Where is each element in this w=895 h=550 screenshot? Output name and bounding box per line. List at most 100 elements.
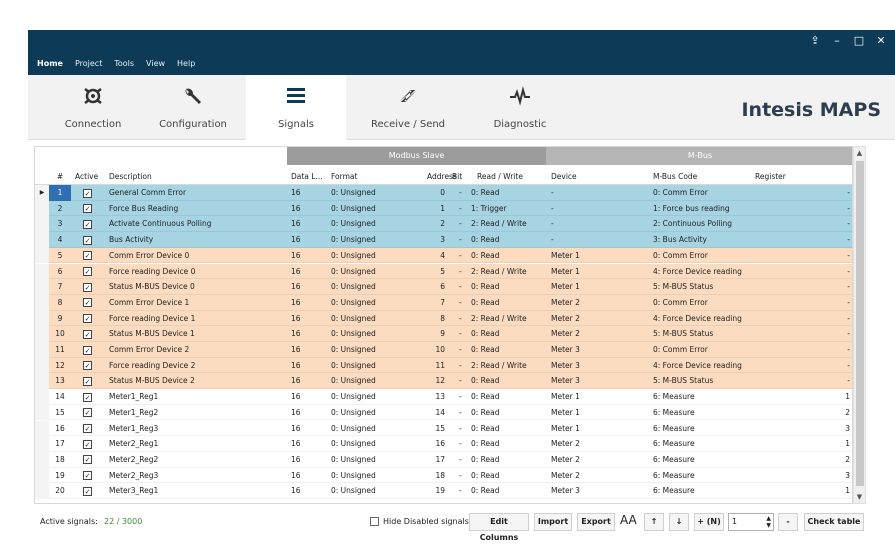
active-checkbox[interactable]: ✓	[83, 298, 92, 308]
row-selector[interactable]	[35, 342, 49, 358]
cell-desc[interactable]: Meter3_Reg1	[109, 483, 287, 499]
cell-addr[interactable]: 18	[415, 468, 445, 484]
cell-rw[interactable]: 0: Read	[471, 373, 546, 389]
cell-desc[interactable]: Bus Activity	[109, 232, 287, 248]
cell-dl[interactable]: 16	[291, 264, 327, 280]
table-row[interactable]: 18 ✓ Meter2_Reg2 16 0: Unsigned 17-0: Read Met…	[35, 451, 852, 468]
cell-fmt[interactable]: 0: Unsigned	[331, 436, 411, 452]
table-row[interactable]: 10 ✓ Status M-BUS Device 1 16 0: Unsigned 9 - 0…	[35, 326, 852, 342]
table-row[interactable]: 14 ✓ Meter1_Reg1 16 0: Unsigned 13-0: Read Met…	[35, 389, 852, 405]
cell-desc[interactable]: Activate Continuous Polling	[109, 216, 287, 232]
cell-code[interactable]: 4: Force Device reading	[653, 264, 753, 280]
cell-rw[interactable]: 0: Read	[471, 295, 546, 311]
scroll-thumb[interactable]	[856, 161, 864, 486]
active-checkbox[interactable]: ✓	[83, 345, 92, 355]
cell-reg[interactable]: -	[795, 295, 850, 311]
col-number[interactable]: #	[49, 165, 71, 185]
cell-desc[interactable]: Meter2_Reg3	[109, 468, 287, 484]
cell-addr[interactable]: 8	[415, 311, 445, 327]
col-data-length[interactable]: Data L...	[291, 165, 327, 185]
move-up-button[interactable]: ↑	[644, 513, 664, 531]
cell-desc[interactable]: Comm Error Device 2	[109, 342, 287, 358]
row-selector[interactable]	[35, 451, 49, 468]
add-n-button[interactable]: + (N)	[694, 513, 724, 531]
menu-view[interactable]: View	[146, 59, 165, 68]
cell-reg[interactable]: -	[795, 279, 850, 295]
cell-desc[interactable]: Meter1_Reg3	[109, 421, 287, 437]
cell-addr[interactable]: 12	[415, 373, 445, 389]
table-row[interactable]: 3 ✓ Activate Continuous Polling 16 0: Unsign…	[35, 216, 852, 233]
hide-disabled-checkbox[interactable]	[370, 517, 379, 526]
col-active[interactable]: Active	[75, 165, 109, 185]
cell-code[interactable]: 6: Measure	[653, 468, 753, 484]
table-row[interactable]: 7 ✓ Status M-BUS Device 0 16 0: Unsigned 6 - 0:…	[35, 279, 852, 295]
check-table-button[interactable]: Check table	[804, 513, 864, 531]
cell-addr[interactable]: 3	[415, 232, 445, 248]
cell-dev[interactable]: Meter 2	[551, 311, 651, 327]
table-row[interactable]: 5 ✓ Comm Error Device 0 16 0: Unsigned 4 - 0: R…	[35, 247, 852, 264]
cell-code[interactable]: 0: Comm Error	[653, 185, 753, 201]
cell-dl[interactable]: 16	[291, 232, 327, 248]
col-mbus-code[interactable]: M-Bus Code	[653, 165, 753, 185]
active-checkbox[interactable]: ✓	[83, 314, 92, 324]
cell-code[interactable]: 4: Force Device reading	[653, 358, 753, 374]
cell-rw[interactable]: 0: Read	[471, 436, 546, 452]
cell-dev[interactable]: Meter 2	[551, 436, 651, 452]
active-checkbox[interactable]: ✓	[83, 424, 92, 433]
cell-reg[interactable]: 1	[795, 436, 850, 452]
table-row[interactable]: 19 ✓ Meter2_Reg3 16 0: Unsigned 18-0: Read Met…	[35, 467, 852, 484]
col-device[interactable]: Device	[551, 165, 651, 185]
cell-code[interactable]: 0: Comm Error	[653, 295, 753, 311]
cell-dev[interactable]: Meter 2	[551, 326, 651, 342]
cell-addr[interactable]: 10	[415, 342, 445, 358]
row-selector[interactable]	[35, 467, 49, 484]
table-row[interactable]: 6 ✓ Force reading Device 0 16 0: Unsigned 5 - 2…	[35, 263, 852, 280]
active-checkbox[interactable]: ✓	[83, 392, 92, 402]
cell-addr[interactable]: 4	[415, 248, 445, 264]
cell-reg[interactable]: -	[795, 185, 850, 201]
cell-reg[interactable]: -	[795, 201, 850, 217]
maximize-icon[interactable]: □	[853, 34, 865, 47]
cell-code[interactable]: 6: Measure	[653, 436, 753, 452]
table-row[interactable]: ▶ 1 ✓ General Comm Error 16 0: Unsigned 0-0: R…	[35, 185, 852, 201]
cell-rw[interactable]: 0: Read	[471, 248, 546, 264]
active-checkbox[interactable]: ✓	[83, 471, 92, 481]
cell-desc[interactable]: Meter2_Reg1	[109, 436, 287, 452]
menu-project[interactable]: Project	[75, 59, 102, 68]
cell-dev[interactable]: Meter 3	[551, 342, 651, 358]
spinner-icon[interactable]: ▲ ▼	[766, 515, 771, 529]
cell-code[interactable]: 6: Measure	[653, 389, 753, 405]
cell-fmt[interactable]: 0: Unsigned	[331, 342, 411, 358]
table-row[interactable]: 2 ✓ Force Bus Reading 16 0: Unsigned 1-1: Tri…	[35, 200, 852, 217]
row-selector[interactable]	[35, 357, 49, 374]
cell-dl[interactable]: 16	[291, 389, 327, 405]
cell-dl[interactable]: 16	[291, 483, 327, 499]
cell-dev[interactable]: -	[551, 201, 651, 217]
cell-dev[interactable]: Meter 2	[551, 452, 651, 468]
table-row[interactable]: 13 ✓ Status M-BUS Device 2 16 0: Unsigned 12 -…	[35, 373, 852, 390]
row-selector[interactable]	[35, 247, 49, 264]
row-selector[interactable]	[35, 232, 49, 248]
cell-rw[interactable]: 2: Read / Write	[471, 358, 546, 374]
cell-reg[interactable]: -	[795, 326, 850, 342]
col-register[interactable]: Register	[755, 165, 815, 185]
cell-dl[interactable]: 16	[291, 405, 327, 421]
edit-columns-button[interactable]: Edit Columns	[469, 513, 529, 542]
active-checkbox[interactable]: ✓	[83, 455, 92, 465]
cell-code[interactable]: 6: Measure	[653, 405, 753, 421]
cell-code[interactable]: 6: Measure	[653, 452, 753, 468]
scroll-up-icon[interactable]: ▲	[854, 147, 865, 159]
cell-reg[interactable]: -	[795, 373, 850, 389]
cell-desc[interactable]: Force Bus Reading	[109, 201, 287, 217]
cell-dl[interactable]: 16	[291, 248, 327, 264]
cell-reg[interactable]: 1	[795, 389, 850, 405]
tab-diagnostic[interactable]: Diagnostic	[470, 75, 570, 140]
cell-fmt[interactable]: 0: Unsigned	[331, 389, 411, 405]
cell-desc[interactable]: Status M-BUS Device 0	[109, 279, 287, 295]
table-row[interactable]: 20 ✓ Meter3_Reg1 16 0: Unsigned 19-0: Read Met…	[35, 483, 852, 499]
cell-dev[interactable]: Meter 3	[551, 373, 651, 389]
cell-code[interactable]: 5: M-BUS Status	[653, 279, 753, 295]
table-row[interactable]: 8 ✓ Comm Error Device 1 16 0: Unsigned 7 - 0: R…	[35, 294, 852, 311]
cell-fmt[interactable]: 0: Unsigned	[331, 405, 411, 421]
active-checkbox[interactable]: ✓	[83, 376, 92, 386]
